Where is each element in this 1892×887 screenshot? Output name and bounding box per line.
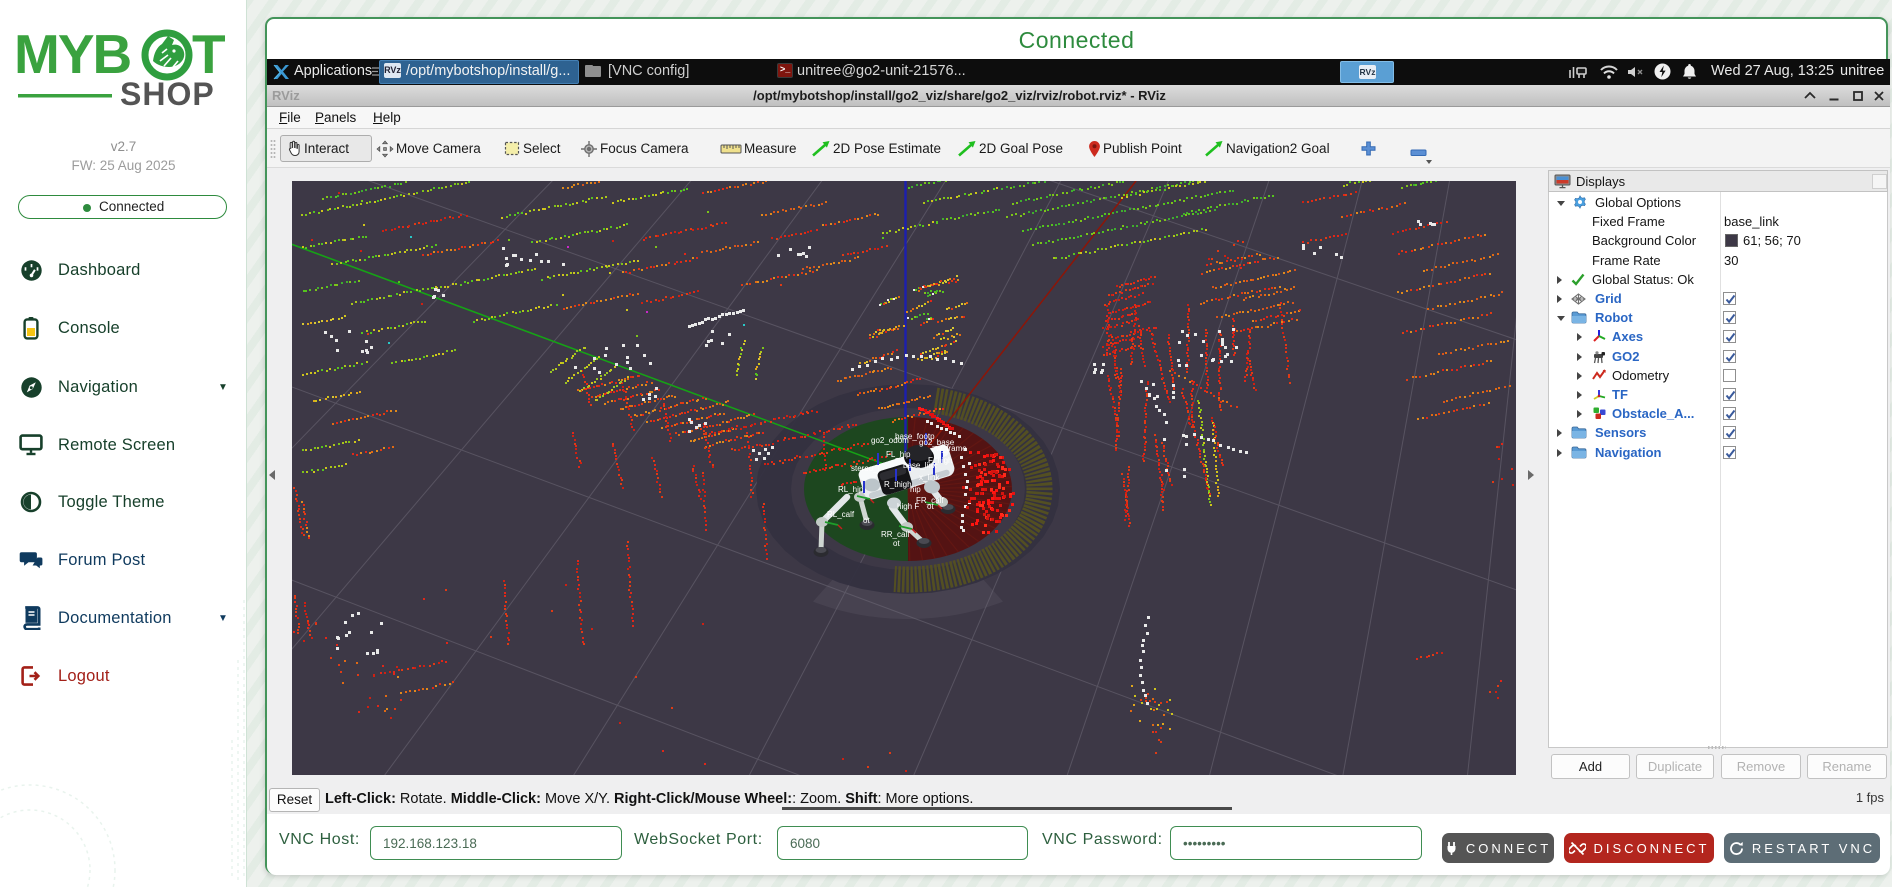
svg-text:ot: ot — [893, 539, 900, 548]
svg-text:FL_hip: FL_hip — [886, 450, 911, 459]
svg-text:ot: ot — [863, 516, 870, 525]
svg-text:RL_hip: RL_hip — [838, 485, 864, 494]
svg-text:RR_calf: RR_calf — [881, 530, 910, 539]
svg-text:MYB: MYB — [14, 23, 131, 85]
svg-text:w_frame: w_frame — [935, 444, 967, 453]
svg-text:x_link: x_link — [919, 473, 940, 482]
svg-text:ot: ot — [927, 502, 934, 511]
svg-text:SHOP: SHOP — [120, 76, 215, 111]
svg-text:base_link: base_link — [903, 461, 938, 470]
svg-text:hip: hip — [910, 485, 921, 494]
svg-text:R_thigh: R_thigh — [884, 480, 912, 489]
svg-text:stereo_f: stereo_f — [851, 464, 881, 473]
svg-text:high F: high F — [897, 502, 919, 511]
svg-text:RL_calf: RL_calf — [827, 510, 855, 519]
